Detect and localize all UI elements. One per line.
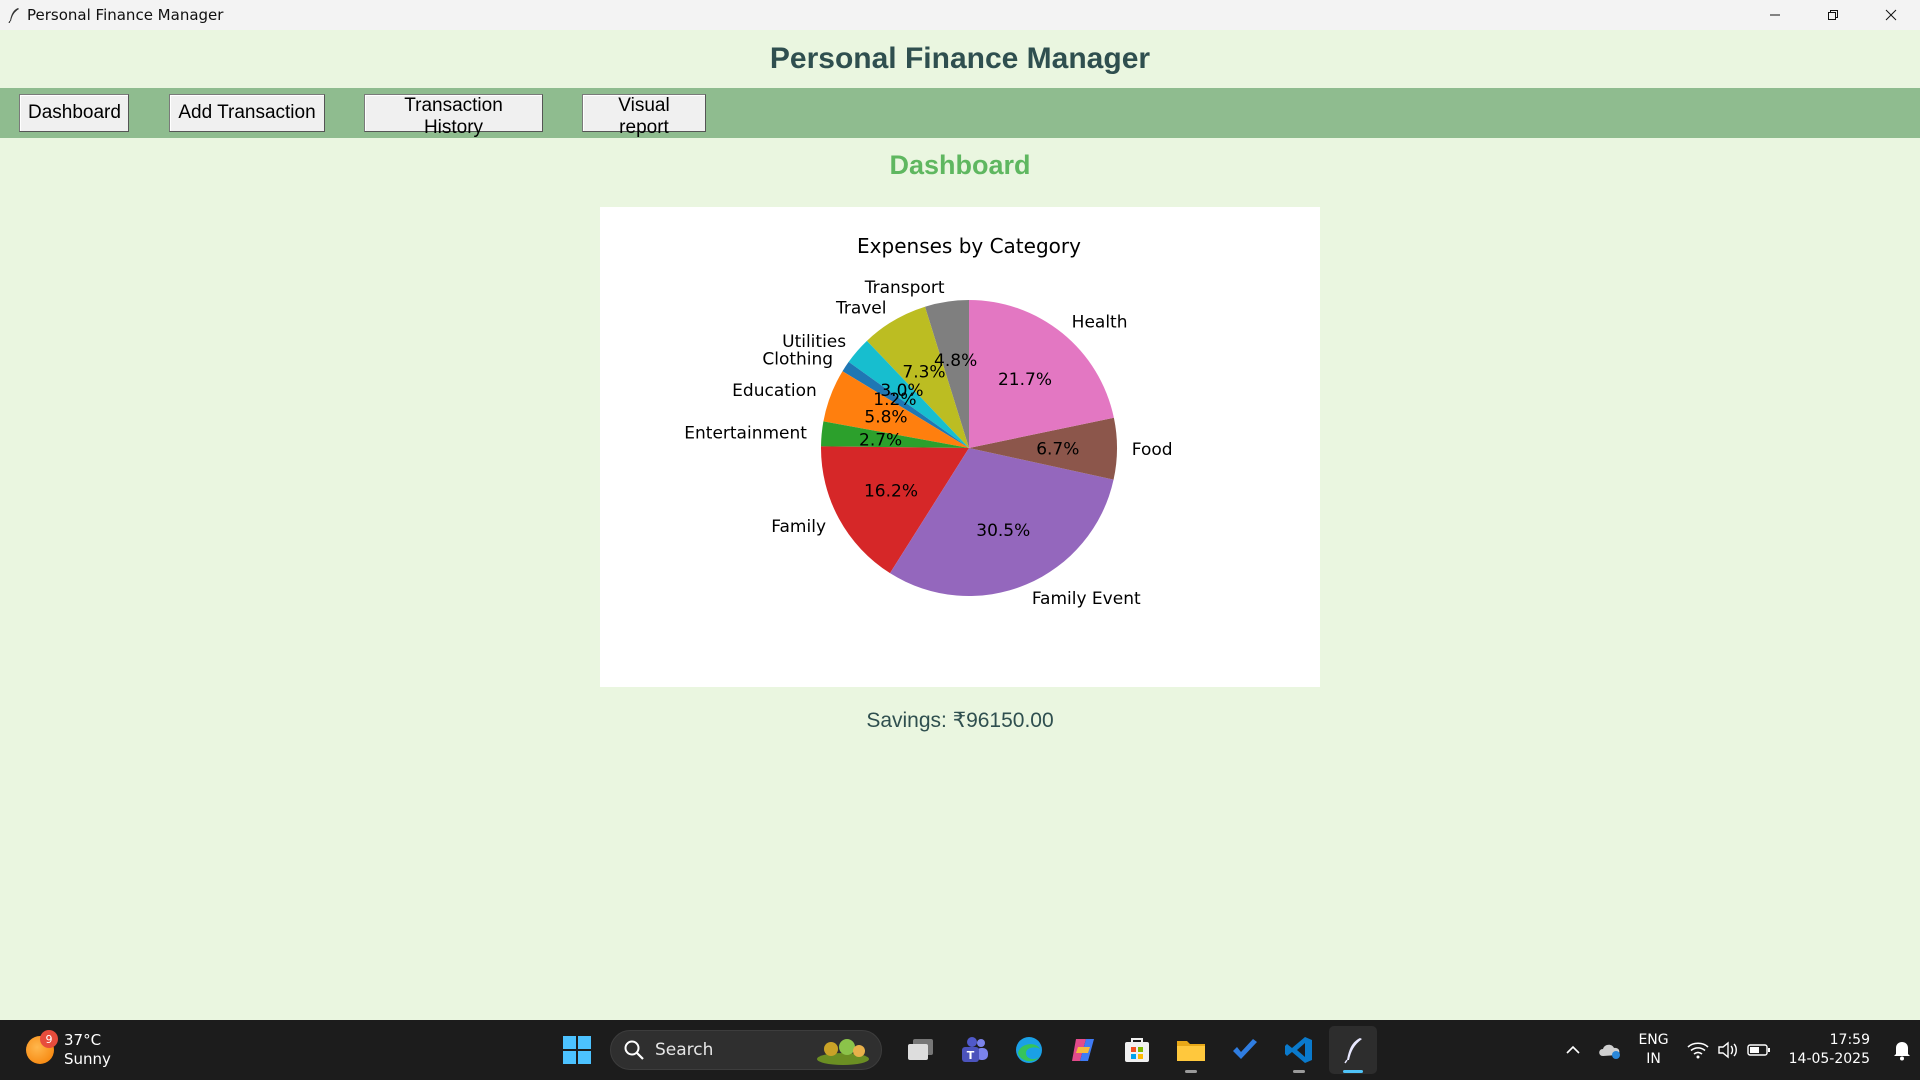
clock-date: 14-05-2025 bbox=[1788, 1051, 1870, 1067]
pie-percent-label: 2.7% bbox=[859, 430, 902, 450]
pie-category-label: Food bbox=[1132, 440, 1173, 460]
pie-percent-label: 5.8% bbox=[864, 407, 907, 427]
chevron-up-icon bbox=[1566, 1045, 1581, 1054]
feather-icon bbox=[6, 7, 22, 23]
weather-desc: Sunny bbox=[64, 1050, 111, 1068]
restore-icon bbox=[1828, 10, 1838, 20]
taskbar: 9 37°C Sunny Search T ENG IN 17:59 14-05… bbox=[0, 1020, 1920, 1080]
vscode-button[interactable] bbox=[1275, 1026, 1323, 1074]
pie-category-label: Entertainment bbox=[684, 423, 807, 443]
region-code: IN bbox=[1646, 1051, 1661, 1067]
pie-percent-label: 21.7% bbox=[998, 370, 1052, 390]
transaction-history-button[interactable]: Transaction History bbox=[364, 94, 543, 138]
taskbar-center: Search T bbox=[550, 1026, 1380, 1074]
pie-category-label: Clothing bbox=[762, 349, 833, 369]
system-tray: ENG IN 17:59 14-05-2025 bbox=[1556, 1020, 1920, 1080]
sun-icon: 9 bbox=[26, 1030, 58, 1064]
window-titlebar: Personal Finance Manager bbox=[0, 0, 1920, 30]
pie-category-label: Family bbox=[771, 517, 826, 537]
minimize-icon bbox=[1770, 14, 1780, 16]
active-indicator bbox=[1343, 1070, 1363, 1073]
close-icon bbox=[1885, 9, 1897, 21]
windows-start-icon bbox=[563, 1036, 591, 1064]
onedrive-button[interactable] bbox=[1590, 1020, 1630, 1080]
python-app-button[interactable] bbox=[1329, 1026, 1377, 1074]
expenses-pie-chart: Expenses by Category Transport4.8%Travel… bbox=[684, 234, 1173, 609]
search-highlight-icon bbox=[817, 1039, 869, 1065]
pie-category-label: Health bbox=[1072, 313, 1128, 333]
language-code: ENG bbox=[1638, 1032, 1669, 1048]
expenses-chart-panel: Expenses by Category Transport 4.8% Travel… bbox=[600, 207, 1320, 687]
weather-badge: 9 bbox=[40, 1030, 58, 1048]
battery-icon bbox=[1746, 1044, 1770, 1056]
pie-category-label: Family Event bbox=[1032, 589, 1141, 609]
clock[interactable]: 17:59 14-05-2025 bbox=[1789, 1031, 1870, 1069]
weather-temp: 37°C bbox=[64, 1031, 102, 1049]
notifications-button[interactable] bbox=[1884, 1020, 1920, 1080]
add-transaction-button[interactable]: Add Transaction bbox=[169, 94, 325, 132]
checkmark-icon bbox=[1233, 1039, 1257, 1059]
folder-icon bbox=[1177, 1041, 1205, 1061]
weather-widget[interactable]: 9 37°C Sunny bbox=[26, 1030, 111, 1070]
speaker-icon bbox=[1717, 1041, 1737, 1059]
store-button[interactable] bbox=[1113, 1026, 1161, 1074]
nav-bar: Dashboard Add Transaction Transaction Hi… bbox=[0, 88, 1920, 138]
edge-button[interactable] bbox=[1005, 1026, 1053, 1074]
notification-bell-icon bbox=[1894, 1042, 1910, 1061]
taskbar-search[interactable]: Search bbox=[610, 1030, 882, 1070]
teams-icon: T bbox=[962, 1037, 988, 1062]
store-icon bbox=[1125, 1038, 1149, 1062]
file-explorer-button[interactable] bbox=[1167, 1026, 1215, 1074]
page-heading: Dashboard bbox=[889, 150, 1031, 180]
wifi-button[interactable] bbox=[1683, 1020, 1713, 1080]
task-view-button[interactable] bbox=[897, 1026, 945, 1074]
running-indicator bbox=[1185, 1070, 1197, 1073]
window-controls bbox=[1746, 0, 1920, 30]
language-indicator[interactable]: ENG IN bbox=[1638, 1031, 1668, 1069]
visual-report-button[interactable]: Visual report bbox=[582, 94, 706, 138]
vscode-icon bbox=[1285, 1037, 1312, 1063]
todo-button[interactable] bbox=[1221, 1026, 1269, 1074]
app-header: Personal Finance Manager bbox=[0, 30, 1920, 88]
show-hidden-icons-button[interactable] bbox=[1556, 1020, 1590, 1080]
clock-time: 17:59 bbox=[1829, 1032, 1870, 1048]
copilot-button[interactable] bbox=[1059, 1026, 1107, 1074]
pie-percent-label: 6.7% bbox=[1036, 439, 1079, 459]
chart-title: Expenses by Category bbox=[857, 234, 1081, 258]
window-title: Personal Finance Manager bbox=[27, 6, 224, 24]
task-view-icon bbox=[908, 1039, 933, 1060]
pie-percent-label: 30.5% bbox=[976, 521, 1030, 541]
svg-text:T: T bbox=[967, 1049, 975, 1062]
search-icon bbox=[624, 1040, 644, 1060]
pie-percent-label: 16.2% bbox=[864, 481, 918, 501]
start-button[interactable] bbox=[553, 1026, 601, 1074]
search-placeholder: Search bbox=[655, 1040, 714, 1060]
volume-button[interactable] bbox=[1713, 1020, 1743, 1080]
running-indicator bbox=[1293, 1070, 1305, 1073]
restore-button[interactable] bbox=[1804, 0, 1862, 30]
feather-icon bbox=[1344, 1038, 1362, 1064]
dashboard-button[interactable]: Dashboard bbox=[19, 94, 129, 132]
savings-text: Savings: ₹96150.00 bbox=[866, 709, 1054, 732]
edge-icon bbox=[1016, 1037, 1042, 1063]
app-title: Personal Finance Manager bbox=[769, 42, 1151, 75]
teams-button[interactable]: T bbox=[951, 1026, 999, 1074]
pie-category-label: Education bbox=[732, 381, 817, 401]
wifi-icon bbox=[1687, 1042, 1709, 1059]
pie-category-label: Travel bbox=[835, 299, 887, 319]
pie-category-label: Transport bbox=[864, 278, 945, 298]
copilot-icon bbox=[1072, 1039, 1094, 1061]
close-button[interactable] bbox=[1862, 0, 1920, 30]
pie-percent-label: 7.3% bbox=[902, 362, 945, 382]
minimize-button[interactable] bbox=[1746, 0, 1804, 30]
battery-button[interactable] bbox=[1743, 1020, 1775, 1080]
cloud-icon bbox=[1599, 1044, 1621, 1059]
